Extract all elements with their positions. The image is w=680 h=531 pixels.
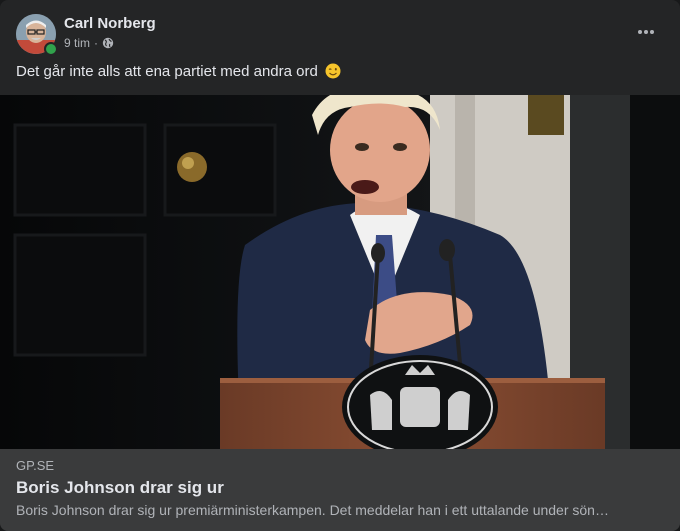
link-description: Boris Johnson drar sig ur premiärministe… <box>16 502 609 518</box>
post-header: Carl Norberg 9 tim · <box>16 14 664 56</box>
more-options-icon <box>638 30 654 34</box>
online-status-indicator <box>44 42 58 56</box>
caption-text: Det går inte alls att ena partiet med an… <box>16 63 318 80</box>
link-preview-image[interactable] <box>0 95 680 449</box>
winking-face-emoji-icon <box>325 63 341 79</box>
link-title[interactable]: Boris Johnson drar sig ur <box>16 478 224 498</box>
post-card: Carl Norberg 9 tim · Det går inte alls a… <box>0 0 680 531</box>
globe-icon[interactable] <box>102 37 114 49</box>
post-caption: Det går inte alls att ena partiet med an… <box>16 63 341 80</box>
more-options-button[interactable] <box>628 16 664 48</box>
meta-separator: · <box>94 36 99 50</box>
article-photo <box>0 95 680 449</box>
post-timestamp[interactable]: 9 tim <box>64 36 90 50</box>
link-domain: GP.SE <box>16 458 55 473</box>
post-meta: 9 tim · <box>64 36 114 50</box>
author-name[interactable]: Carl Norberg <box>64 15 156 32</box>
link-preview[interactable]: GP.SE Boris Johnson drar sig ur Boris Jo… <box>0 449 680 531</box>
